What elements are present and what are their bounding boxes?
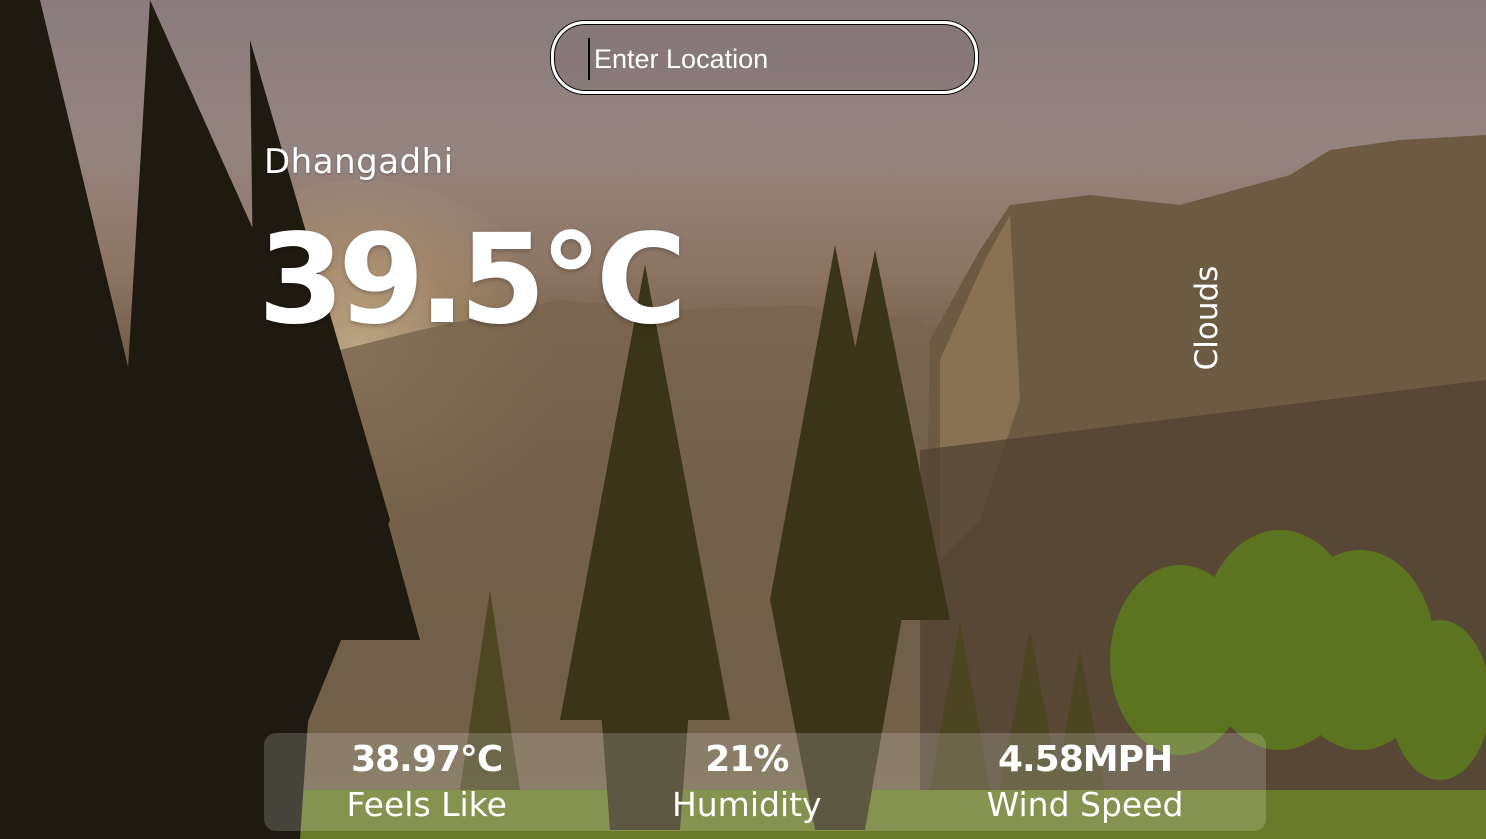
weather-app: Dhangadhi 39.5°C Clouds 38.97°C Feels Li… [0,0,1486,839]
weather-stats-bar: 38.97°C Feels Like 21% Humidity 4.58MPH … [264,733,1266,831]
feels-like-label: Feels Like [346,785,507,824]
location-search-input[interactable] [588,38,956,80]
feels-like-value: 38.97°C [351,739,503,780]
humidity-label: Humidity [671,785,822,824]
stat-feels-like: 38.97°C Feels Like [347,737,507,827]
location-name: Dhangadhi [264,142,454,182]
background-photo [0,0,1486,839]
wind-speed-value: 4.58MPH [997,739,1173,780]
humidity-value: 21% [705,739,789,780]
current-temperature: 39.5°C [258,208,687,352]
stat-humidity: 21% Humidity [672,737,822,827]
landscape-illustration [0,0,1486,839]
wind-speed-label: Wind Speed [986,785,1184,824]
weather-condition: Clouds [1189,265,1225,371]
stat-wind-speed: 4.58MPH Wind Speed [987,737,1184,827]
location-search-box[interactable] [551,21,978,94]
